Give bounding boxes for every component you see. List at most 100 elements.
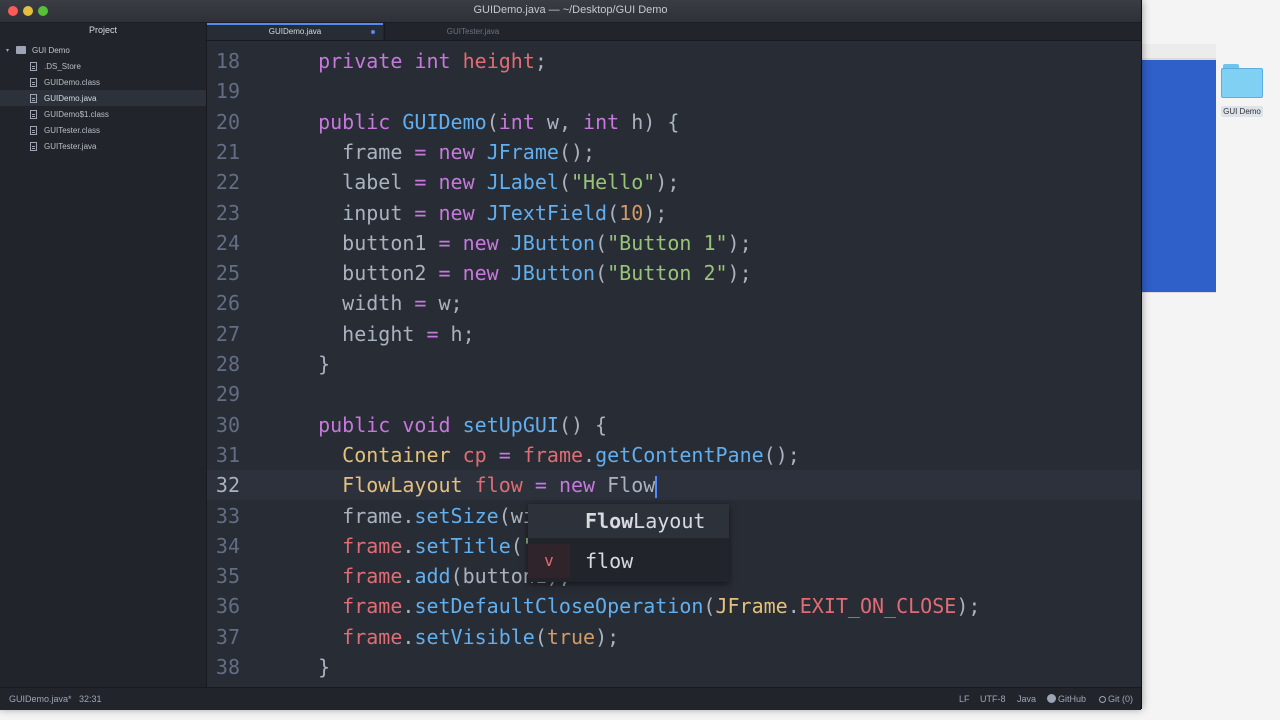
code-line[interactable]: 23 input = new JTextField(10); xyxy=(207,198,1141,228)
code-token: private xyxy=(318,49,403,73)
autocomplete-item-text: FlowLayout xyxy=(585,509,706,533)
code-token: height xyxy=(462,49,535,73)
tab-guitester-java[interactable]: GUITester.java xyxy=(384,23,561,40)
line-number[interactable]: 38 xyxy=(207,652,240,682)
line-number[interactable]: 36 xyxy=(207,591,240,621)
code-line[interactable]: 21 frame = new JFrame(); xyxy=(207,137,1141,167)
code-line[interactable]: 28 } xyxy=(207,349,1141,379)
file-item[interactable]: GUITester.class xyxy=(0,122,206,138)
code-token: new xyxy=(462,230,499,255)
line-number[interactable]: 28 xyxy=(207,349,240,379)
line-number[interactable]: 33 xyxy=(207,501,240,531)
line-number[interactable]: 23 xyxy=(207,198,240,228)
modified-indicator-icon[interactable] xyxy=(371,30,375,34)
code-text: input = new JTextField(10); xyxy=(294,198,667,228)
code-editor[interactable]: 18 private int height; 19 20 public GUIDem… xyxy=(207,41,1141,687)
code-token: h; xyxy=(438,321,475,346)
line-number[interactable]: 30 xyxy=(207,410,240,440)
tab-label: GUIDemo.java xyxy=(268,27,322,36)
line-number[interactable]: 34 xyxy=(207,531,240,561)
code-token: new xyxy=(438,170,475,195)
desktop-folder[interactable]: GUI Demo xyxy=(1218,62,1266,124)
status-encoding[interactable]: UTF-8 xyxy=(980,694,1006,704)
line-number[interactable]: 31 xyxy=(207,440,240,470)
code-line[interactable]: 20 public GUIDemo(int w, int h) { xyxy=(207,107,1141,137)
background-window-titlebar xyxy=(1140,44,1216,59)
line-number[interactable]: 37 xyxy=(207,622,240,652)
code-token: "Button 1" xyxy=(607,230,728,255)
line-number[interactable]: 32 xyxy=(207,470,240,500)
background-window[interactable] xyxy=(1140,58,1216,293)
code-token: int xyxy=(414,49,451,73)
status-cursor-position[interactable]: 32:31 xyxy=(79,694,102,704)
code-token: ( xyxy=(595,230,608,255)
code-line[interactable]: 37 frame.setVisible(true); xyxy=(207,622,1141,652)
code-token: int xyxy=(498,109,535,134)
line-number[interactable]: 20 xyxy=(207,107,240,137)
code-line[interactable]: 27 height = h; xyxy=(207,319,1141,349)
line-number[interactable]: 29 xyxy=(207,379,240,409)
code-token: ( xyxy=(558,170,571,195)
file-item[interactable]: GUIDemo.java xyxy=(0,90,206,106)
code-token: cp xyxy=(462,442,487,467)
file-label: GUITester.class xyxy=(44,125,101,135)
tree-root-folder[interactable]: ▾ GUI Demo xyxy=(6,43,70,57)
line-number[interactable]: 24 xyxy=(207,228,240,258)
line-number[interactable]: 18 xyxy=(207,46,240,76)
status-git[interactable]: Git (0) xyxy=(1099,694,1133,704)
tab-guidemo-java[interactable]: GUIDemo.java xyxy=(207,23,383,40)
code-text: width = w; xyxy=(294,288,462,318)
tab-label: GUITester.java xyxy=(446,27,500,36)
status-file-name[interactable]: GUIDemo.java* xyxy=(9,694,72,704)
code-line[interactable]: 26 width = w; xyxy=(207,288,1141,318)
code-line[interactable]: 24 button1 = new JButton("Button 1"); xyxy=(207,228,1141,258)
file-item[interactable]: GUIDemo.class xyxy=(0,74,206,90)
line-number[interactable]: 21 xyxy=(207,137,240,167)
line-number[interactable]: 35 xyxy=(207,561,240,591)
code-text: frame = new JFrame(); xyxy=(294,137,595,167)
code-line[interactable]: 32 FlowLayout flow = new Flow xyxy=(207,470,1141,501)
code-line[interactable]: 22 label = new JLabel("Hello"); xyxy=(207,167,1141,197)
line-number[interactable]: 26 xyxy=(207,288,240,318)
code-line[interactable]: 18 private int height; xyxy=(207,46,1141,76)
autocomplete-item[interactable]: FlowLayout xyxy=(528,504,729,538)
code-line[interactable]: 19 xyxy=(207,76,1141,106)
file-icon xyxy=(30,109,37,119)
code-line[interactable]: 29 xyxy=(207,379,1141,409)
chevron-down-icon[interactable]: ▾ xyxy=(6,47,16,54)
code-token: public xyxy=(318,412,391,437)
code-token: void xyxy=(402,412,451,437)
status-github[interactable]: GitHub xyxy=(1047,694,1086,704)
titlebar: GUIDemo.java — ~/Desktop/GUI Demo xyxy=(0,0,1141,23)
file-item[interactable]: GUITester.java xyxy=(0,138,206,154)
line-number[interactable]: 27 xyxy=(207,319,240,349)
code-line[interactable]: 31 Container cp = frame.getContentPane()… xyxy=(207,440,1141,470)
code-line[interactable]: 25 button2 = new JButton("Button 2"); xyxy=(207,258,1141,288)
line-number[interactable]: 25 xyxy=(207,258,240,288)
code-line[interactable]: 30 public void setUpGUI() { xyxy=(207,410,1141,440)
code-token: flow xyxy=(474,473,523,498)
code-token: setDefaultCloseOperation xyxy=(414,594,704,619)
code-token: ( xyxy=(595,261,608,286)
code-line[interactable]: 36 frame.setDefaultCloseOperation(JFrame… xyxy=(207,591,1141,621)
status-line-ending[interactable]: LF xyxy=(959,694,970,704)
code-text: button1 = new JButton("Button 1"); xyxy=(294,228,751,258)
code-text: button2 = new JButton("Button 2"); xyxy=(294,258,751,288)
line-number[interactable]: 19 xyxy=(207,76,240,106)
code-line[interactable]: 38 } xyxy=(207,652,1141,682)
code-token: w, xyxy=(534,109,584,134)
file-item[interactable]: .DS_Store xyxy=(0,58,206,74)
tree-root-label: GUI Demo xyxy=(32,45,70,55)
file-label: GUIDemo$1.class xyxy=(44,109,109,119)
line-number[interactable]: 22 xyxy=(207,167,240,197)
code-token: = xyxy=(414,291,427,316)
file-item[interactable]: GUIDemo$1.class xyxy=(0,106,206,122)
autocomplete-item[interactable]: v flow xyxy=(528,544,729,578)
status-grammar[interactable]: Java xyxy=(1017,694,1036,704)
